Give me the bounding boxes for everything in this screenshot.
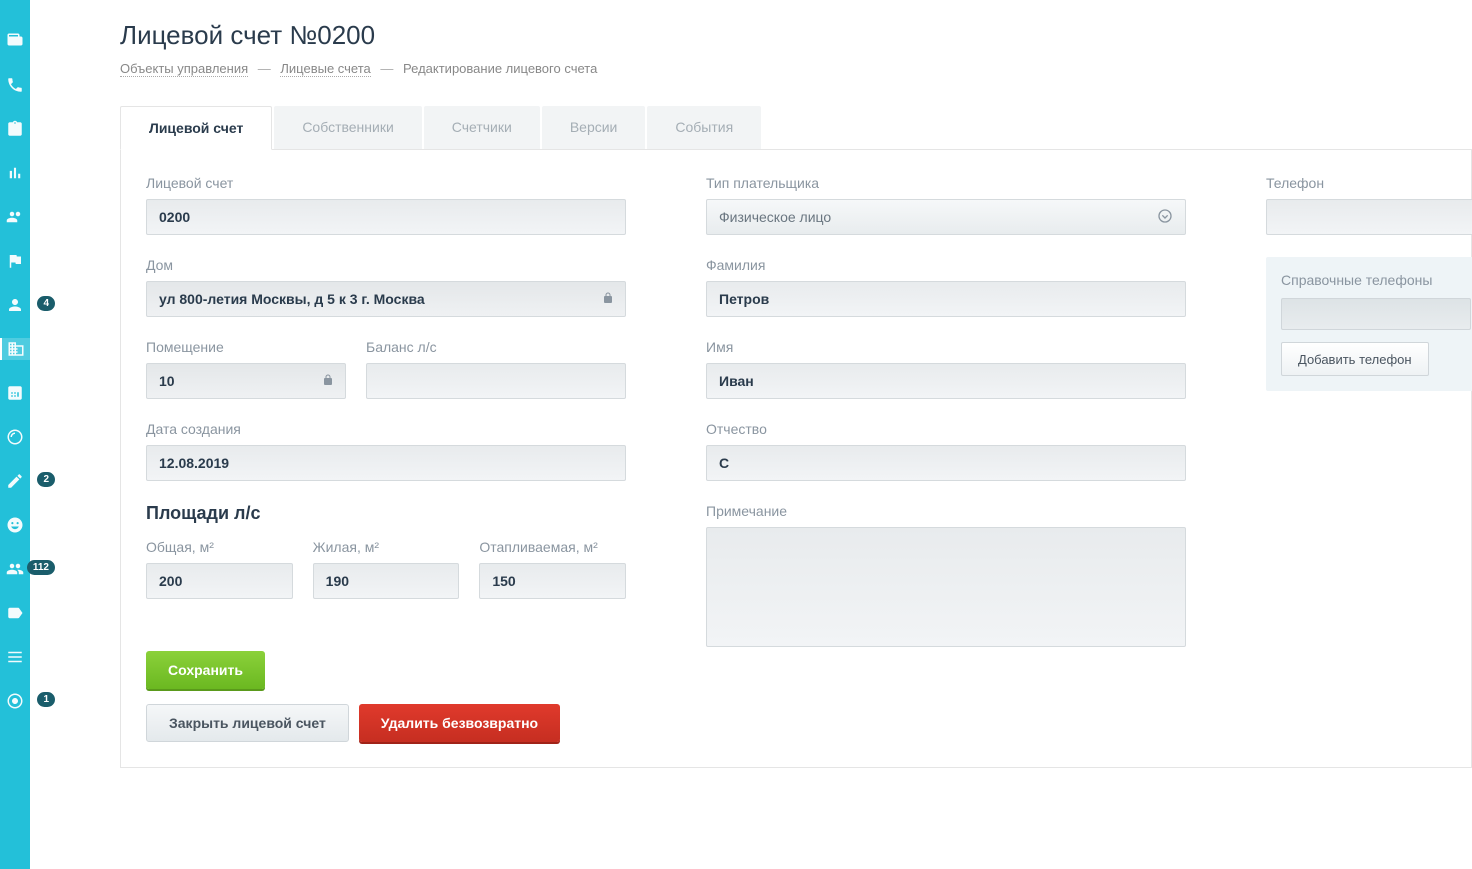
ref-phone-display [1281,298,1471,330]
account-input[interactable] [146,199,626,235]
delete-button[interactable]: Удалить безвозвратно [359,704,560,742]
chevron-down-icon [1157,208,1173,227]
unit-label: Помещение [146,339,346,355]
chart-icon [6,164,24,182]
lastname-label: Фамилия [706,257,1186,273]
sidebar: 4 2 112 1 [0,0,30,869]
group-icon [6,560,24,578]
phone-icon [6,76,24,94]
firstname-input[interactable] [706,363,1186,399]
calculator-icon [6,384,24,402]
sidebar-item-10[interactable] [0,426,30,448]
payer-type-label: Тип плательщика [706,175,1186,191]
sidebar-item-15[interactable] [0,646,30,668]
breadcrumb-current: Редактирование лицевого счета [403,61,597,76]
area-heated-input[interactable] [479,563,626,599]
main-content: Лицевой счет №0200 Объекты управления — … [65,0,1472,869]
badge-112: 112 [27,560,55,575]
person-icon [6,296,24,314]
target-icon [6,692,24,710]
sidebar-item-6[interactable] [0,250,30,272]
wallet-icon [6,32,24,50]
label-icon [6,604,24,622]
badge-4: 4 [37,296,55,311]
ref-phones-title: Справочные телефоны [1281,272,1471,288]
balance-input[interactable] [366,363,626,399]
sidebar-item-4[interactable] [0,162,30,184]
tab-meters[interactable]: Счетчики [424,106,540,149]
sidebar-item-3[interactable] [0,118,30,140]
lock-icon [322,373,334,389]
tab-versions[interactable]: Версии [542,106,646,149]
phone-input[interactable] [1266,199,1472,235]
area-total-label: Общая, м² [146,539,293,555]
house-label: Дом [146,257,626,273]
breadcrumb-link-1[interactable]: Объекты управления [120,61,248,77]
sidebar-item-7[interactable]: 4 [0,294,30,316]
date-input[interactable] [146,445,626,481]
sidebar-item-2[interactable] [0,74,30,96]
area-total-input[interactable] [146,563,293,599]
sidebar-item-14[interactable] [0,602,30,624]
sidebar-item-11[interactable]: 2 [0,470,30,492]
sidebar-item-1[interactable] [0,30,30,52]
sidebar-item-9[interactable] [0,382,30,404]
balance-label: Баланс л/с [366,339,626,355]
reference-phones-box: Справочные телефоны Добавить телефон [1266,257,1472,391]
face-icon [6,516,24,534]
unit-input [146,363,346,399]
breadcrumb-link-2[interactable]: Лицевые счета [280,61,370,77]
lastname-input[interactable] [706,281,1186,317]
add-phone-button[interactable]: Добавить телефон [1281,342,1429,376]
clipboard-icon [6,120,24,138]
note-textarea[interactable] [706,527,1186,647]
sidebar-item-16[interactable]: 1 [0,690,30,712]
users-icon [6,208,24,226]
tabs: Лицевой счет Собственники Счетчики Верси… [120,106,1472,150]
sidebar-item-8[interactable] [0,338,30,360]
patronymic-label: Отчество [706,421,1186,437]
area-living-label: Жилая, м² [313,539,460,555]
house-input [146,281,626,317]
account-label: Лицевой счет [146,175,626,191]
areas-title: Площади л/с [146,503,626,524]
breadcrumb: Объекты управления — Лицевые счета — Ред… [120,61,1472,76]
save-button[interactable]: Сохранить [146,651,265,689]
patronymic-input[interactable] [706,445,1186,481]
form-panel: Лицевой счет Дом Помещение [120,150,1472,768]
edit-icon [6,472,24,490]
page-title: Лицевой счет №0200 [120,20,1472,51]
firstname-label: Имя [706,339,1186,355]
tab-account[interactable]: Лицевой счет [120,106,272,150]
badge-1: 1 [37,692,55,707]
payer-type-select[interactable]: Физическое лицо [706,199,1186,235]
list-icon [6,648,24,666]
phone-label: Телефон [1266,175,1472,191]
building-icon [7,340,25,358]
close-account-button[interactable]: Закрыть лицевой счет [146,704,349,742]
tab-owners[interactable]: Собственники [274,106,421,149]
date-label: Дата создания [146,421,626,437]
flag-icon [6,252,24,270]
badge-2: 2 [37,472,55,487]
sidebar-item-5[interactable] [0,206,30,228]
area-living-input[interactable] [313,563,460,599]
note-label: Примечание [706,503,1186,519]
lock-icon [602,291,614,307]
sidebar-item-12[interactable] [0,514,30,536]
tab-events[interactable]: События [647,106,761,149]
sidebar-item-13[interactable]: 112 [0,558,30,580]
area-heated-label: Отапливаемая, м² [479,539,626,555]
globe-icon [6,428,24,446]
